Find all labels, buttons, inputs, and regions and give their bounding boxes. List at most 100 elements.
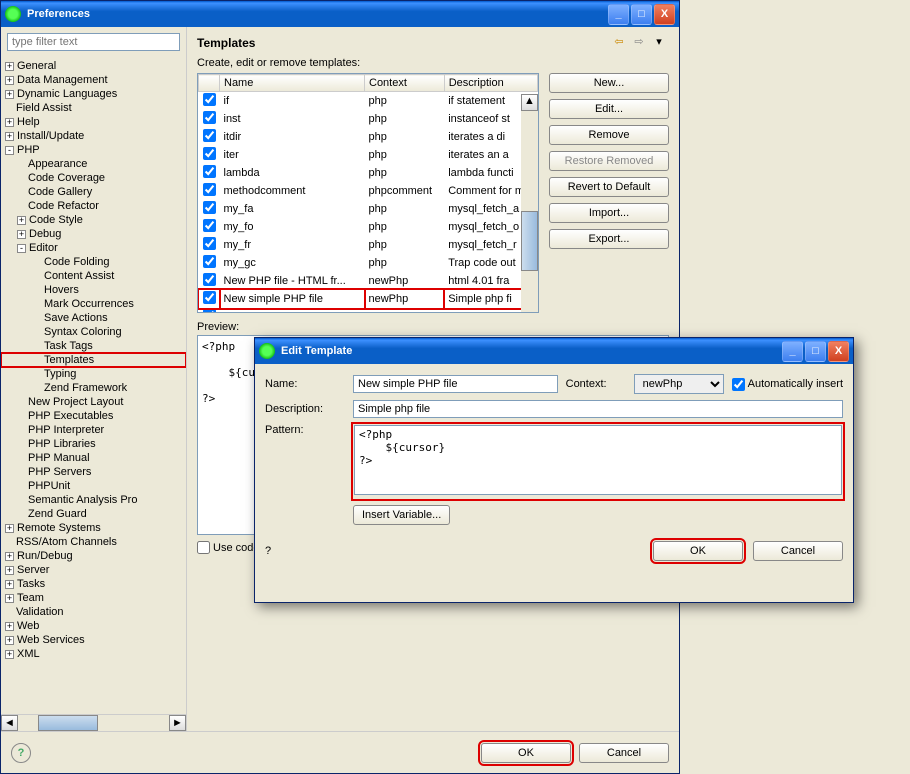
export-button[interactable]: Export... xyxy=(549,229,669,249)
row-checkbox[interactable] xyxy=(203,201,216,214)
tree-node[interactable]: +Dynamic Languages xyxy=(1,87,186,101)
tree-node[interactable]: Syntax Coloring xyxy=(1,325,186,339)
tree-node[interactable]: +Web Services xyxy=(1,633,186,647)
tree-node[interactable]: +Help xyxy=(1,115,186,129)
edit-button[interactable]: Edit... xyxy=(549,99,669,119)
row-checkbox[interactable] xyxy=(203,273,216,286)
tree-node[interactable]: Validation xyxy=(1,605,186,619)
tree-node[interactable]: Content Assist xyxy=(1,269,186,283)
row-checkbox[interactable] xyxy=(203,165,216,178)
tree-node[interactable]: Mark Occurrences xyxy=(1,297,186,311)
tree-node[interactable]: Semantic Analysis Pro xyxy=(1,493,186,507)
table-row[interactable]: my_faphpmysql_fetch_a xyxy=(199,200,538,218)
table-row[interactable]: my_fophpmysql_fetch_o xyxy=(199,218,538,236)
tree-node[interactable]: PHP Libraries xyxy=(1,437,186,451)
tree-node[interactable]: +Code Style xyxy=(1,213,186,227)
col-description[interactable]: Description xyxy=(444,75,537,92)
tree-node[interactable]: -PHP xyxy=(1,143,186,157)
tree-node[interactable]: Hovers xyxy=(1,283,186,297)
tree-node[interactable]: PHP Servers xyxy=(1,465,186,479)
tree-node[interactable]: Code Coverage xyxy=(1,171,186,185)
maximize-button[interactable]: □ xyxy=(805,341,826,362)
dialog-cancel-button[interactable]: Cancel xyxy=(753,541,843,561)
tree-node[interactable]: Typing xyxy=(1,367,186,381)
row-checkbox[interactable] xyxy=(203,129,216,142)
tree-node[interactable]: +Remote Systems xyxy=(1,521,186,535)
tree-node[interactable]: +Data Management xyxy=(1,73,186,87)
tree-node[interactable]: +Run/Debug xyxy=(1,549,186,563)
row-checkbox[interactable] xyxy=(203,111,216,124)
table-row[interactable]: ifphpif statement xyxy=(199,92,538,111)
table-vscrollbar[interactable]: ▲ xyxy=(521,94,538,312)
tree-node[interactable]: RSS/Atom Channels xyxy=(1,535,186,549)
titlebar[interactable]: Preferences _ □ X xyxy=(1,1,679,27)
auto-insert-checkbox[interactable] xyxy=(732,378,745,391)
scroll-thumb[interactable] xyxy=(38,715,98,731)
tree-node[interactable]: PHP Executables xyxy=(1,409,186,423)
col-check[interactable] xyxy=(199,75,220,92)
table-row[interactable]: itdirphpiterates a di xyxy=(199,128,538,146)
minimize-button[interactable]: _ xyxy=(782,341,803,362)
row-checkbox[interactable] xyxy=(203,255,216,268)
templates-table[interactable]: Name Context Description ifphpif stateme… xyxy=(197,73,539,313)
tree-node[interactable]: Code Folding xyxy=(1,255,186,269)
back-icon[interactable]: ⇦ xyxy=(611,35,627,51)
tree-node[interactable]: New Project Layout xyxy=(1,395,186,409)
row-checkbox[interactable] xyxy=(203,147,216,160)
revert-button[interactable]: Revert to Default xyxy=(549,177,669,197)
help-icon[interactable]: ? xyxy=(11,743,31,763)
table-row[interactable]: New simple PHP filenewPhpSimple php fi xyxy=(199,290,538,308)
col-context[interactable]: Context xyxy=(365,75,445,92)
tree-node[interactable]: Field Assist xyxy=(1,101,186,115)
description-input[interactable] xyxy=(353,400,843,418)
import-button[interactable]: Import... xyxy=(549,203,669,223)
remove-button[interactable]: Remove xyxy=(549,125,669,145)
new-button[interactable]: New... xyxy=(549,73,669,93)
table-row[interactable]: methodcommentphpcommentComment for m xyxy=(199,182,538,200)
tree-hscrollbar[interactable]: ◄ ► xyxy=(1,714,186,731)
tree-node[interactable]: +XML xyxy=(1,647,186,661)
row-checkbox[interactable] xyxy=(203,291,216,304)
tree-node[interactable]: +General xyxy=(1,59,186,73)
maximize-button[interactable]: □ xyxy=(631,4,652,25)
row-checkbox[interactable] xyxy=(203,237,216,250)
dialog-ok-button[interactable]: OK xyxy=(653,541,743,561)
menu-icon[interactable]: ▾ xyxy=(651,35,667,51)
tree-node[interactable]: PHP Interpreter xyxy=(1,423,186,437)
close-button[interactable]: X xyxy=(828,341,849,362)
tree-node[interactable]: -Editor xyxy=(1,241,186,255)
scroll-up-icon[interactable]: ▲ xyxy=(521,94,538,111)
name-input[interactable] xyxy=(353,375,558,393)
tree-node[interactable]: Appearance xyxy=(1,157,186,171)
tree-node[interactable]: Code Gallery xyxy=(1,185,186,199)
minimize-button[interactable]: _ xyxy=(608,4,629,25)
row-checkbox[interactable] xyxy=(203,93,216,106)
table-row[interactable]: New Zend Action HelpernewPhpZend Action … xyxy=(199,308,538,313)
col-name[interactable]: Name xyxy=(220,75,365,92)
filter-input[interactable] xyxy=(7,33,180,51)
pattern-textarea[interactable] xyxy=(354,425,842,495)
row-checkbox[interactable] xyxy=(203,219,216,232)
scroll-thumb[interactable] xyxy=(521,211,538,271)
table-row[interactable]: iterphpiterates an a xyxy=(199,146,538,164)
tree-node[interactable]: +Web xyxy=(1,619,186,633)
tree-node[interactable]: +Team xyxy=(1,591,186,605)
table-row[interactable]: instphpinstanceof st xyxy=(199,110,538,128)
ok-button[interactable]: OK xyxy=(481,743,571,763)
forward-icon[interactable]: ⇨ xyxy=(631,35,647,51)
context-select[interactable]: newPhp xyxy=(634,374,724,394)
tree-node[interactable]: +Tasks xyxy=(1,577,186,591)
tree-node[interactable]: Save Actions xyxy=(1,311,186,325)
tree-node[interactable]: PHP Manual xyxy=(1,451,186,465)
cancel-button[interactable]: Cancel xyxy=(579,743,669,763)
row-checkbox[interactable] xyxy=(203,183,216,196)
table-row[interactable]: my_frphpmysql_fetch_r xyxy=(199,236,538,254)
table-row[interactable]: New PHP file - HTML fr...newPhphtml 4.01… xyxy=(199,272,538,290)
use-formatter-checkbox[interactable] xyxy=(197,541,210,554)
tree-node[interactable]: PHPUnit xyxy=(1,479,186,493)
table-row[interactable]: lambdaphplambda functi xyxy=(199,164,538,182)
scroll-left-icon[interactable]: ◄ xyxy=(1,715,18,731)
preferences-tree[interactable]: +General+Data Management+Dynamic Languag… xyxy=(1,57,186,714)
table-row[interactable]: my_gcphpTrap code out xyxy=(199,254,538,272)
tree-node[interactable]: Code Refactor xyxy=(1,199,186,213)
